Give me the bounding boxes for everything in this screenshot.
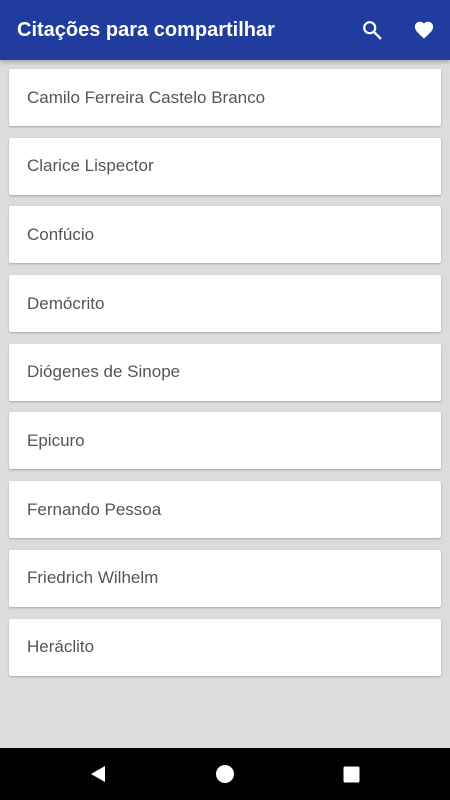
author-name: Demócrito: [27, 293, 105, 313]
author-name: Fernando Pessoa: [27, 499, 162, 519]
search-button[interactable]: [346, 0, 398, 60]
author-name: Diógenes de Sinope: [27, 362, 181, 382]
author-list-item[interactable]: Friedrich Wilhelm: [9, 549, 441, 607]
app-title: Citações para compartilhar: [17, 18, 275, 41]
recents-square-icon: [343, 766, 359, 782]
home-circle-icon: [216, 765, 234, 783]
author-list-item[interactable]: Camilo Ferreira Castelo Branco: [9, 69, 441, 126]
author-list-item[interactable]: Clarice Lispector: [9, 137, 441, 195]
back-triangle-icon: [91, 766, 105, 782]
author-name: Heráclito: [27, 637, 95, 656]
app-bar: Citações para compartilhar: [0, 0, 450, 60]
favorites-button[interactable]: [398, 0, 450, 60]
author-list-item[interactable]: Fernando Pessoa: [9, 481, 441, 539]
home-button[interactable]: [195, 748, 255, 800]
author-list-item[interactable]: Diógenes de Sinope: [9, 343, 441, 401]
author-name: Epicuro: [27, 430, 85, 450]
system-nav-bar: [0, 748, 450, 800]
author-list-item[interactable]: Epicuro: [9, 412, 441, 470]
author-list-item[interactable]: Heráclito: [9, 618, 441, 676]
heart-icon: [414, 21, 434, 39]
back-button[interactable]: [68, 748, 128, 800]
author-list-item[interactable]: Confúcio: [9, 206, 441, 264]
author-name: Confúcio: [27, 224, 95, 244]
author-list-item[interactable]: Demócrito: [9, 275, 441, 333]
search-icon: [363, 21, 382, 40]
author-name: Clarice Lispector: [27, 156, 154, 176]
app-screen: Citações para compartilhar Camilo Ferrei…: [0, 0, 450, 800]
author-name: Friedrich Wilhelm: [27, 568, 159, 588]
recents-button[interactable]: [321, 748, 381, 800]
author-name: Camilo Ferreira Castelo Branco: [27, 87, 266, 107]
author-list: Camilo Ferreira Castelo Branco Clarice Li…: [9, 69, 441, 687]
